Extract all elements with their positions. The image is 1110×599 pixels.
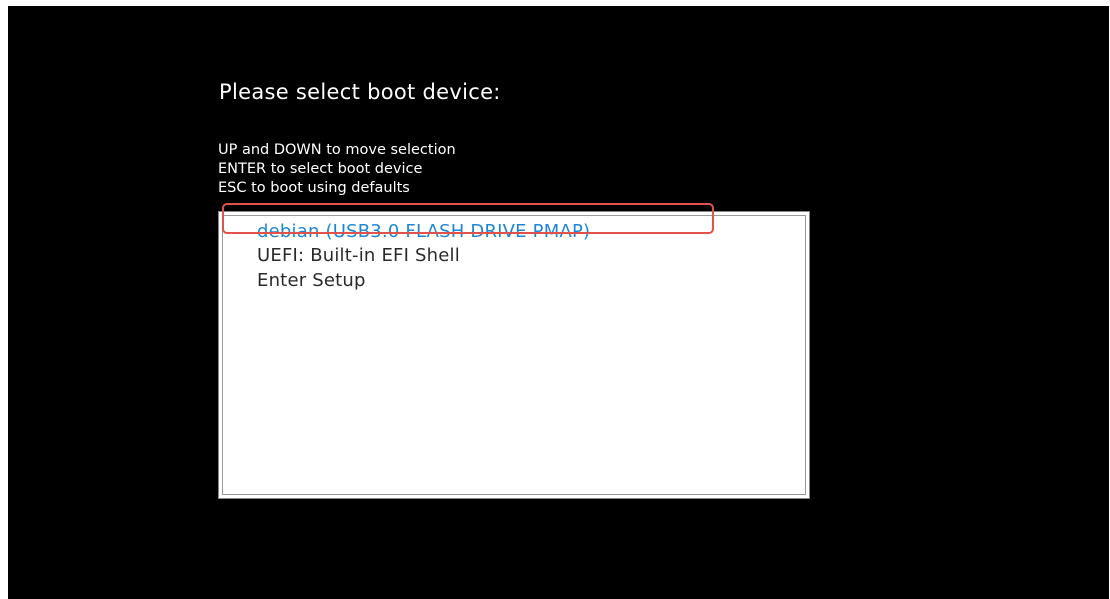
boot-option-enter-setup[interactable]: Enter Setup [257,270,366,291]
instruction-line: UP and DOWN to move selection [218,142,456,158]
page-title: Please select boot device: [219,80,501,104]
bios-screen: Please select boot device: UP and DOWN t… [8,6,1109,599]
boot-option-efi-shell[interactable]: UEFI: Built-in EFI Shell [257,245,460,266]
instruction-line: ENTER to select boot device [218,161,423,177]
instruction-line: ESC to boot using defaults [218,180,410,196]
selection-highlight-outline [222,203,714,234]
instructions: UP and DOWN to move selection ENTER to s… [218,141,456,198]
boot-device-list: debian (USB3.0 FLASH DRIVE PMAP) UEFI: B… [218,211,810,499]
